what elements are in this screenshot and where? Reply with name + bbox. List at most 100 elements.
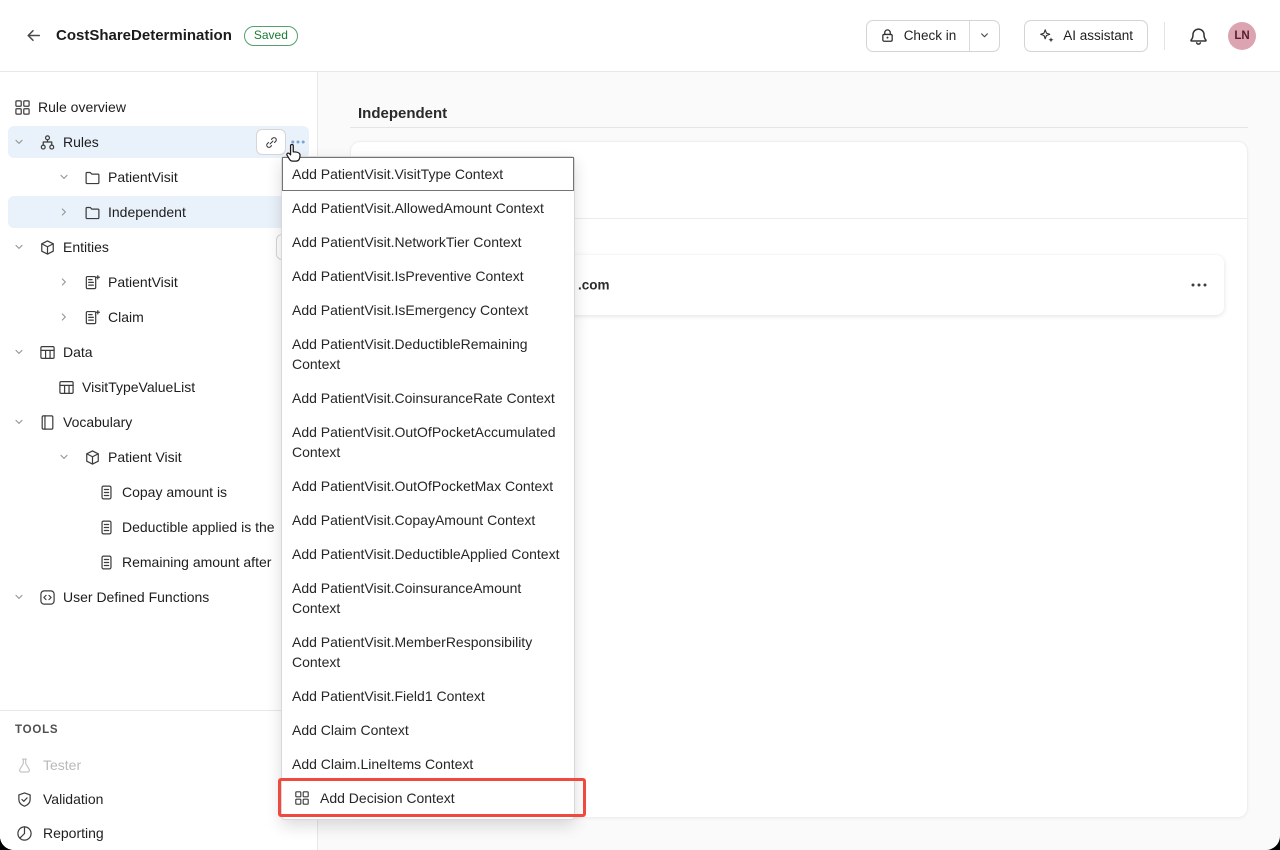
check-in-dropdown-button[interactable] [969, 21, 999, 51]
menu-item-label: Add Claim.LineItems Context [292, 756, 473, 772]
tree-item-label: Vocabulary [63, 414, 132, 430]
back-button[interactable] [22, 25, 44, 47]
tree-item-patientvisit[interactable]: PatientVisit [8, 161, 309, 193]
menu-item-label: Add PatientVisit.IsEmergency Context [292, 302, 528, 318]
lock-icon [879, 27, 896, 44]
menu-item-add-patientvisit-copayamount-context[interactable]: Add PatientVisit.CopayAmount Context [282, 503, 574, 537]
check-in-split-button: Check in [866, 20, 1001, 52]
menu-item-label: Add PatientVisit.OutOfPocketAccumulated … [292, 424, 556, 460]
tree-item-data[interactable]: Data [8, 336, 309, 368]
tree-item-user-defined-functions[interactable]: User Defined Functions [8, 581, 309, 613]
menu-item-add-patientvisit-memberresponsibility-context[interactable]: Add PatientVisit.MemberResponsibility Co… [282, 625, 574, 679]
shield-check-icon [15, 790, 33, 808]
folder-icon [83, 203, 101, 221]
menu-item-add-patientvisit-outofpocketaccumulated-context[interactable]: Add PatientVisit.OutOfPocketAccumulated … [282, 415, 574, 469]
chevron-down-icon [13, 346, 25, 358]
ai-assistant-button[interactable]: AI assistant [1024, 20, 1148, 52]
back-arrow-icon [24, 26, 43, 45]
tree-item-entities[interactable]: Entities [8, 231, 309, 263]
term-icon [97, 518, 115, 536]
tree-item-vocabulary[interactable]: Vocabulary [8, 406, 309, 438]
top-bar-right: Check in AI assistant LN [866, 0, 1256, 71]
tree-item-label: Copay amount is [122, 484, 227, 500]
menu-item-add-patientvisit-visittype-context[interactable]: Add PatientVisit.VisitType Context [282, 157, 574, 191]
user-avatar[interactable]: LN [1228, 22, 1256, 50]
saved-status-badge: Saved [244, 26, 298, 46]
menu-item-add-patientvisit-coinsurancerate-context[interactable]: Add PatientVisit.CoinsuranceRate Context [282, 381, 574, 415]
tools-section: TOOLS TesterValidationReporting [0, 710, 317, 850]
ellipsis-icon [1190, 282, 1208, 288]
menu-item-label: Add PatientVisit.DeductibleRemaining Con… [292, 336, 528, 372]
page-section-heading: Independent [358, 105, 447, 122]
menu-item-add-patientvisit-outofpocketmax-context[interactable]: Add PatientVisit.OutOfPocketMax Context [282, 469, 574, 503]
tree-item-label: Rules [63, 134, 99, 150]
menu-item-label: Add PatientVisit.CoinsuranceAmount Conte… [292, 580, 521, 616]
tree-item-patient-visit[interactable]: Patient Visit [8, 441, 309, 473]
chevron-down-icon [13, 241, 25, 253]
heading-divider [350, 127, 1248, 128]
chevron-right-icon [58, 206, 70, 218]
menu-item-add-patientvisit-coinsuranceamount-context[interactable]: Add PatientVisit.CoinsuranceAmount Conte… [282, 571, 574, 625]
top-bar-left: CostShareDetermination Saved [22, 0, 298, 71]
tree-item-claim[interactable]: Claim [8, 301, 309, 333]
tool-item-label: Reporting [43, 825, 104, 841]
cube-icon [83, 448, 101, 466]
tree-item-patientvisit[interactable]: PatientVisit [8, 266, 309, 298]
app-window: CostShareDetermination Saved Check in [0, 0, 1280, 850]
tool-item-reporting[interactable]: Reporting [8, 818, 309, 848]
tree-item-rule-overview[interactable]: Rule overview [8, 91, 309, 123]
sidebar: Rule overview Rules PatientVisit Independen… [0, 72, 318, 850]
menu-item-label: Add PatientVisit.CoinsuranceRate Context [292, 390, 555, 406]
chevron-down-icon [978, 29, 991, 42]
menu-item-label: Add PatientVisit.IsPreventive Context [292, 268, 524, 284]
chevron-down-icon [13, 136, 25, 148]
tool-item-label: Validation [43, 791, 103, 807]
tree-item-label: VisitTypeValueList [82, 379, 195, 395]
tree-item-independent[interactable]: Independent [8, 196, 309, 228]
menu-item-label: Add Claim Context [292, 722, 409, 738]
table-icon [38, 343, 56, 361]
doc-plus-icon [83, 273, 101, 291]
flask-icon [15, 756, 33, 774]
menu-item-add-claim-lineitems-context[interactable]: Add Claim.LineItems Context [282, 747, 574, 781]
chevron-down-icon [58, 171, 70, 183]
tree-item-label: Independent [108, 204, 186, 220]
menu-item-add-patientvisit-deductibleremaining-context[interactable]: Add PatientVisit.DeductibleRemaining Con… [282, 327, 574, 381]
check-in-label: Check in [904, 28, 957, 43]
tree-item-rules[interactable]: Rules [8, 126, 309, 158]
menu-item-add-patientvisit-deductibleapplied-context[interactable]: Add PatientVisit.DeductibleApplied Conte… [282, 537, 574, 571]
menu-item-add-patientvisit-field1-context[interactable]: Add PatientVisit.Field1 Context [282, 679, 574, 713]
menu-item-add-patientvisit-isemergency-context[interactable]: Add PatientVisit.IsEmergency Context [282, 293, 574, 327]
notifications-button[interactable] [1186, 24, 1210, 48]
menu-item-add-patientvisit-allowedamount-context[interactable]: Add PatientVisit.AllowedAmount Context [282, 191, 574, 225]
code-icon [38, 588, 56, 606]
tree-item-label: PatientVisit [108, 169, 178, 185]
tool-item-tester: Tester [8, 750, 309, 780]
tree-item-label: Patient Visit [108, 449, 182, 465]
tree-item-visittypevaluelist[interactable]: VisitTypeValueList [8, 371, 309, 403]
tree-item-label: PatientVisit [108, 274, 178, 290]
menu-item-add-patientvisit-networktier-context[interactable]: Add PatientVisit.NetworkTier Context [282, 225, 574, 259]
tool-item-label: Tester [43, 757, 81, 773]
link-icon [264, 135, 279, 150]
link-button[interactable] [256, 129, 286, 155]
menu-item-add-patientvisit-ispreventive-context[interactable]: Add PatientVisit.IsPreventive Context [282, 259, 574, 293]
chevron-down-icon [58, 451, 70, 463]
tool-item-validation[interactable]: Validation [8, 784, 309, 814]
top-bar: CostShareDetermination Saved Check in [0, 0, 1280, 72]
tree-item-deductible-applied-is-the[interactable]: Deductible applied is the [8, 511, 309, 543]
ai-assistant-label: AI assistant [1063, 28, 1133, 43]
tree-item-label: Claim [108, 309, 144, 325]
tools-list: Tester Validation Reporting [0, 750, 317, 848]
card-more-options-button[interactable] [1190, 275, 1208, 293]
page-title: CostShareDetermination [56, 27, 232, 44]
bell-icon [1188, 25, 1209, 46]
more-options-button[interactable] [290, 134, 306, 150]
menu-item-add-decision-context[interactable]: Add Decision Context [282, 781, 574, 815]
menu-item-add-claim-context[interactable]: Add Claim Context [282, 713, 574, 747]
tree-item-copay-amount-is[interactable]: Copay amount is [8, 476, 309, 508]
tree-item-remaining-amount-after[interactable]: Remaining amount after [8, 546, 309, 578]
tree-item-label: Data [63, 344, 93, 360]
check-in-button[interactable]: Check in [867, 21, 970, 51]
tree-item-label: User Defined Functions [63, 589, 209, 605]
